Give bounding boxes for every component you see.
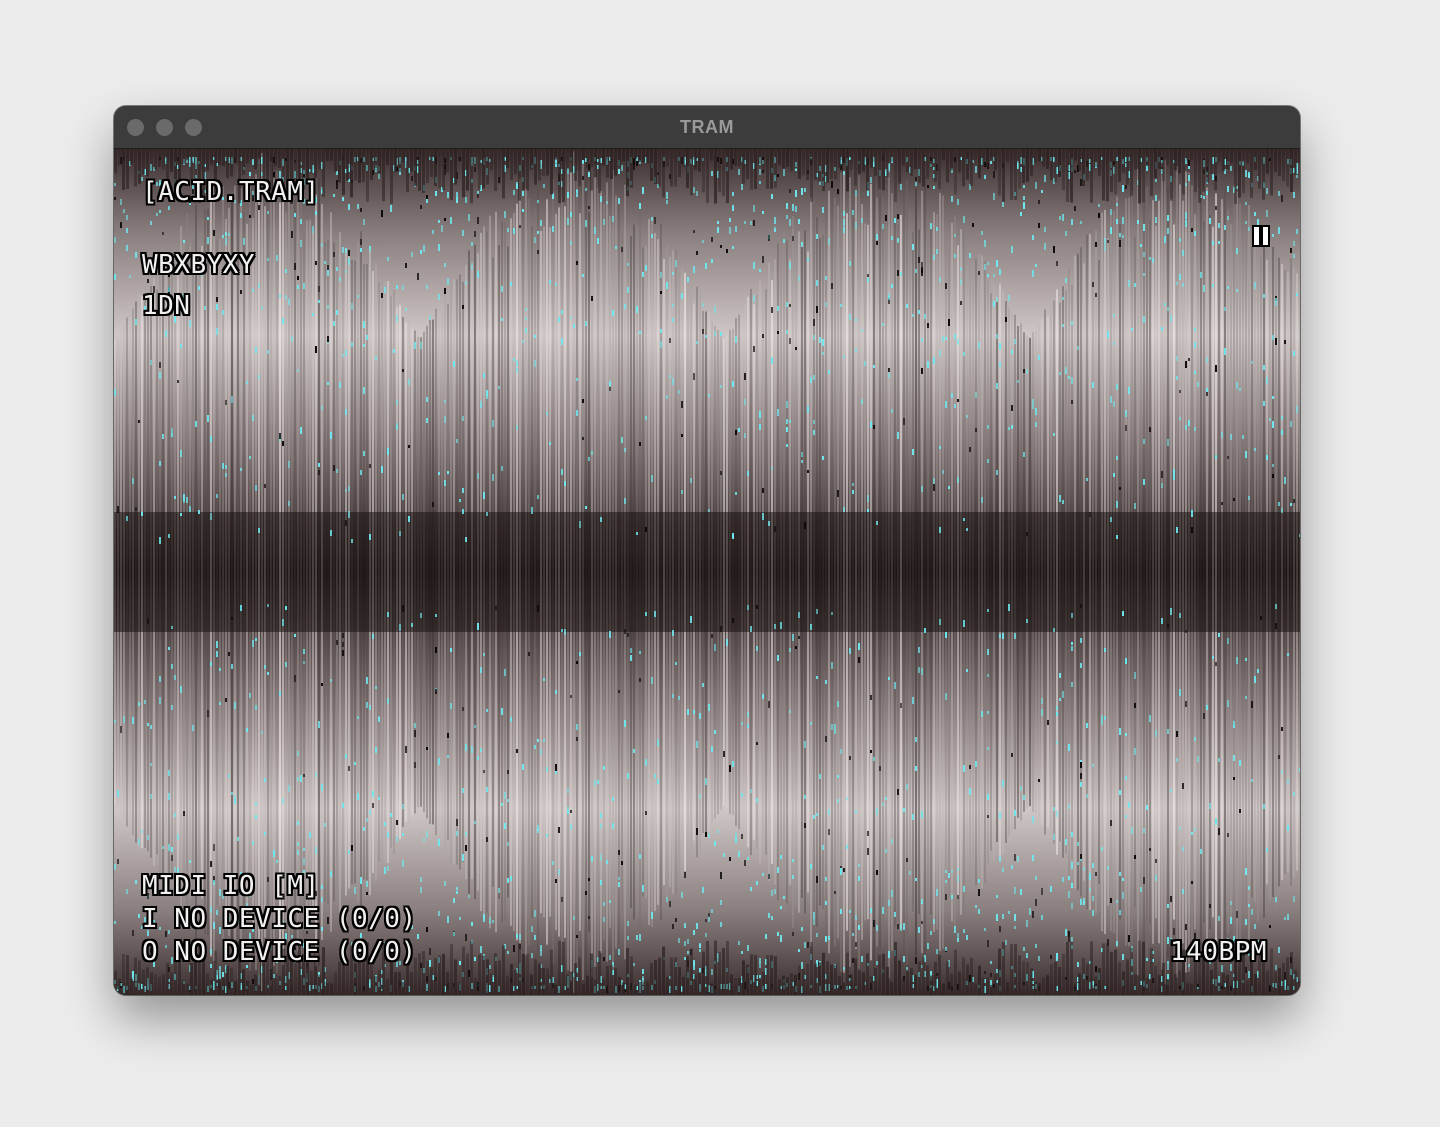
window-title: TRAM — [680, 117, 734, 137]
tempo-label: 140BPM — [1170, 937, 1267, 967]
pattern-label: WBXBYXY — [142, 250, 256, 280]
title-bar[interactable]: TRAM — [114, 106, 1300, 149]
pause-icon[interactable] — [1254, 227, 1268, 245]
track-label: 1DN — [142, 291, 191, 321]
app-name-label: [ACID.TRAM] — [142, 177, 320, 207]
midi-output-device: O NO DEVICE (0/0) — [142, 937, 417, 967]
visualizer-canvas[interactable]: [ACID.TRAM] WBXBYXY 1DN MIDI IO [M] I NO… — [114, 149, 1300, 995]
midi-io-header[interactable]: MIDI IO [M] — [142, 870, 320, 903]
midi-input-device: I NO DEVICE (0/0) — [142, 904, 417, 934]
app-window: TRAM [ACID.TRAM] WBXBYXY 1DN MIDI IO [M]… — [114, 106, 1300, 995]
waveform-visualization — [114, 149, 1300, 995]
